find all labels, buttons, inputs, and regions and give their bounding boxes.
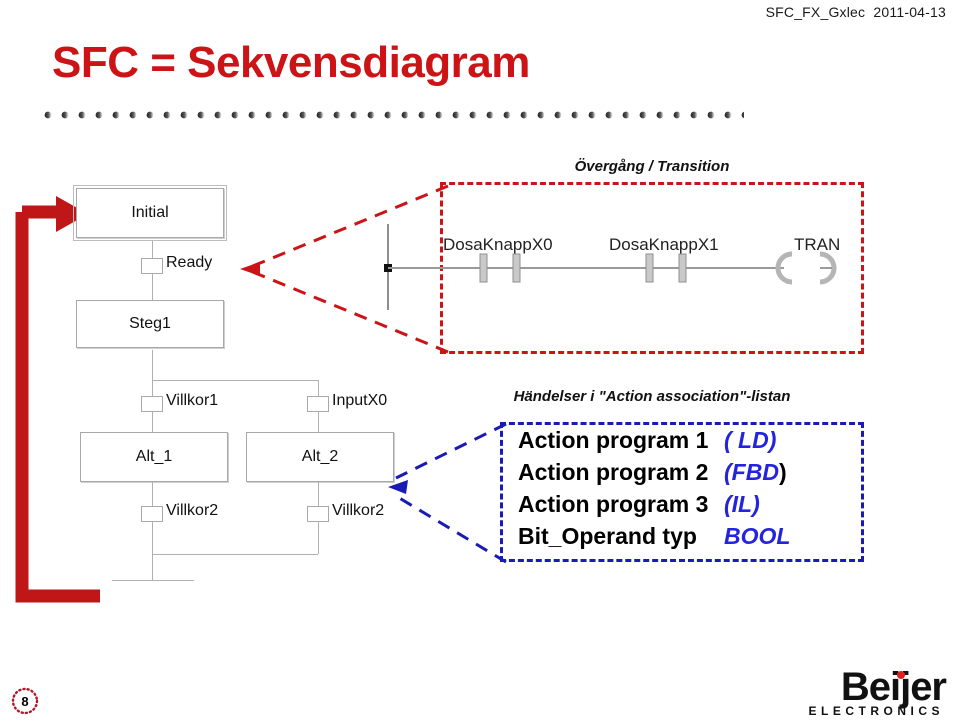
sfc-connector	[152, 350, 153, 380]
list-item: Action program 3 (IL)	[518, 491, 858, 523]
brand-accent-dot-icon	[897, 671, 905, 679]
sfc-transition-inputx0[interactable]	[307, 396, 329, 412]
action-name: Action program 3	[518, 491, 709, 517]
list-item: Action program 1 ( LD)	[518, 427, 858, 459]
sfc-transition-ready-label: Ready	[166, 254, 213, 271]
document-code-header: SFC_FX_Gxlec 2011-04-13	[765, 4, 946, 20]
action-name: Action program 1	[518, 427, 709, 453]
sfc-transition-villkor2-right[interactable]	[307, 506, 329, 522]
sfc-connector	[152, 412, 153, 434]
action-association-list: Action program 1 ( LD) Action program 2 …	[518, 427, 858, 555]
ladder-contact-1-label: DosaKnappX1	[609, 235, 719, 254]
action-language-tail: )	[778, 459, 787, 485]
list-item: Bit_Operand typ BOOL	[518, 523, 858, 555]
sfc-step-alt2[interactable]: Alt_2	[246, 432, 394, 482]
sfc-step-alt2-label: Alt_2	[301, 448, 339, 465]
brand-logo: Beijer ELECTRONICS	[808, 665, 947, 718]
sfc-connector	[152, 554, 153, 580]
ladder-contact-0-label: DosaKnappX0	[443, 235, 553, 254]
sfc-step-initial[interactable]: Initial	[73, 185, 227, 241]
sfc-convergence-rail	[152, 554, 318, 555]
sfc-transition-villkor1-label: Villkor1	[166, 392, 219, 409]
action-language: BOOL	[724, 523, 791, 549]
action-name: Action program 2	[518, 459, 709, 485]
brand-name-text: Beijer	[840, 665, 947, 709]
sfc-connector	[152, 522, 153, 554]
title-dotted-rule	[44, 110, 744, 120]
action-language: (IL)	[724, 491, 760, 517]
sfc-transition-villkor2-left-label: Villkor2	[166, 502, 219, 519]
sfc-step-steg1[interactable]: Steg1	[76, 300, 224, 348]
sfc-step-alt1[interactable]: Alt_1	[80, 432, 228, 482]
brand-name: Beijer	[840, 665, 947, 709]
sfc-step-alt1-label: Alt_1	[135, 448, 173, 465]
list-item: Action program 2 (FBD )	[518, 459, 858, 491]
sfc-connector	[318, 412, 319, 434]
ladder-coil-label: TRAN	[794, 235, 841, 254]
action-language: (FBD	[724, 459, 779, 485]
sfc-transition-inputx0-label: InputX0	[332, 392, 388, 409]
sfc-divergence-rail	[152, 380, 318, 381]
page-title: SFC = Sekvensdiagram	[52, 38, 530, 87]
sfc-transition-ready[interactable]	[141, 258, 163, 274]
callout-actions-title: Händelser i "Action association"-listan	[513, 388, 791, 405]
sfc-transition-villkor2-right-label: Villkor2	[332, 502, 385, 519]
page-number: 8	[21, 693, 29, 709]
sfc-step-steg1-label: Steg1	[129, 315, 171, 332]
sfc-connector	[318, 482, 319, 508]
callout-actions-pointer	[388, 422, 507, 564]
sfc-terminator-bar	[112, 580, 194, 581]
sfc-transition-villkor2-left[interactable]	[141, 506, 163, 522]
sfc-step-initial-label: Initial	[131, 204, 169, 221]
sfc-transition-villkor1[interactable]	[141, 396, 163, 412]
action-name: Bit_Operand typ	[518, 523, 697, 549]
sfc-connector	[318, 522, 319, 554]
callout-transition-title: Övergång / Transition	[574, 158, 730, 175]
action-language: ( LD)	[724, 427, 777, 453]
sfc-connector	[152, 482, 153, 508]
sfc-connector	[152, 274, 153, 302]
